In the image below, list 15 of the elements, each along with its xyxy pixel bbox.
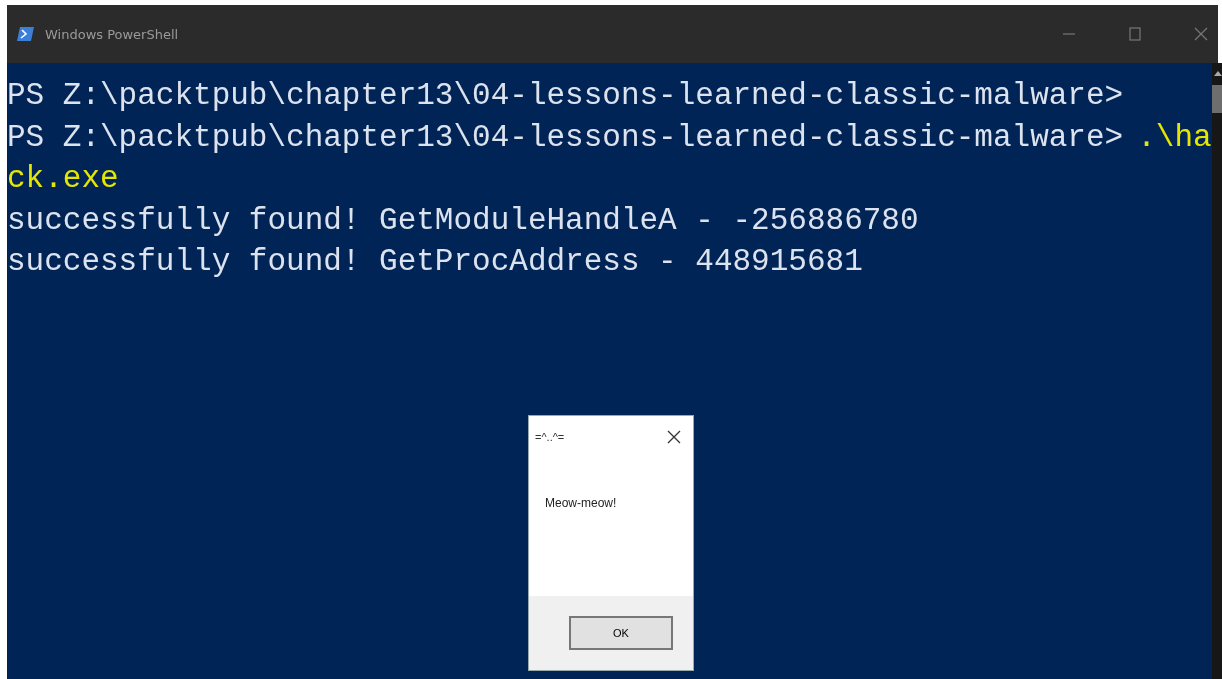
maximize-icon[interactable] — [1128, 27, 1142, 41]
output-text: successfully found! GetProcAddress - 448915681 — [7, 244, 863, 279]
command-text: ck.exe — [7, 161, 119, 196]
scroll-thumb[interactable] — [1211, 85, 1222, 113]
close-icon[interactable] — [667, 430, 681, 444]
output-text: successfully found! GetModuleHandleA - -256886780 — [7, 202, 919, 238]
prompt-text: PS Z:\packtpub\chapter13\04-lessons-learned-classic-malware> — [7, 119, 1124, 155]
ok-button[interactable]: OK — [569, 616, 673, 650]
window-title: Windows PowerShell — [45, 26, 179, 42]
prompt-text: PS Z:\packtpub\chapter13\04-lessons-learned-classic-malware> — [7, 78, 1124, 113]
command-text: .\ha — [1137, 119, 1212, 155]
dialog-title: =^..^= — [535, 431, 565, 443]
scroll-up-icon[interactable] — [1212, 69, 1222, 77]
powershell-icon — [17, 26, 35, 42]
dialog-message: Meow-meow! — [544, 495, 618, 512]
